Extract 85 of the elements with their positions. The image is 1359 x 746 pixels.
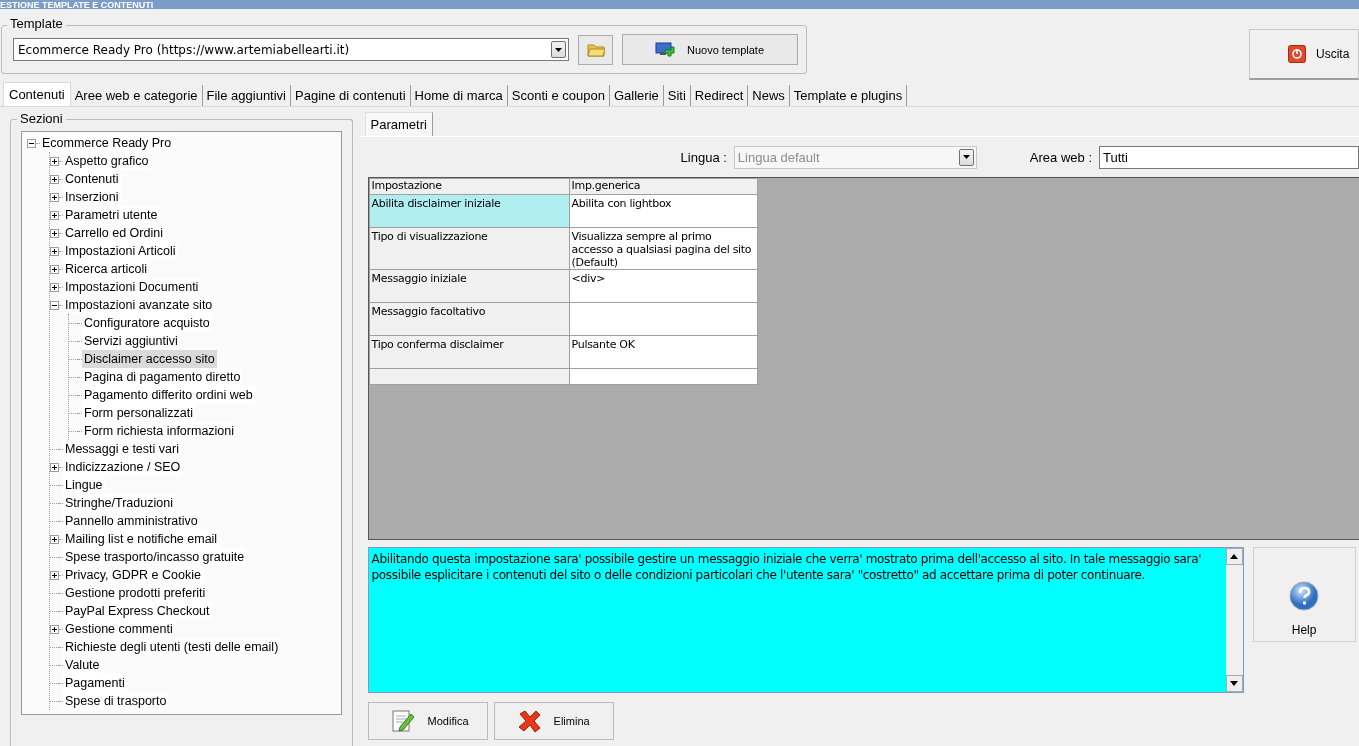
- table-cell[interactable]: Visualizza sempre al primo accesso a qualsiasi pagina del sito (Default): [569, 227, 758, 270]
- expand-icon[interactable]: [50, 174, 59, 184]
- tree-item[interactable]: Form personalizzati: [82, 404, 196, 422]
- scrollbar[interactable]: [1225, 548, 1243, 692]
- tree-item[interactable]: Gestione prodotti preferiti: [63, 584, 208, 602]
- tree-item[interactable]: Disclaimer accesso sito: [82, 350, 217, 368]
- table-cell[interactable]: Abilita con lightbox: [569, 194, 758, 228]
- new-template-button[interactable]: Nuovo template: [622, 34, 798, 65]
- tab[interactable]: Contenuti: [3, 82, 71, 106]
- expand-icon[interactable]: [50, 282, 59, 292]
- column-header: Imp.generica: [569, 178, 758, 195]
- tree-item[interactable]: Aspetto grafico: [63, 152, 151, 170]
- table-cell[interactable]: Pulsante OK: [569, 335, 758, 369]
- collapse-icon[interactable]: [50, 300, 59, 310]
- area-field[interactable]: Tutti: [1099, 145, 1359, 169]
- action-button[interactable]: Modifica: [367, 702, 488, 740]
- expand-icon[interactable]: [50, 210, 59, 220]
- table-cell[interactable]: Tipo di visualizzazione: [369, 227, 570, 270]
- tree-item[interactable]: Impostazioni Articoli: [63, 242, 178, 260]
- tree-item[interactable]: Valute: [63, 656, 102, 674]
- tree-item[interactable]: Parametri utente: [63, 206, 160, 224]
- table-cell[interactable]: [569, 368, 758, 385]
- tree-item[interactable]: Spese di trasporto: [63, 692, 169, 710]
- tree-item[interactable]: Contenuti: [63, 170, 121, 188]
- table-cell[interactable]: <div>: [569, 269, 758, 303]
- dropdown-arrow-icon: [554, 46, 563, 53]
- expand-icon[interactable]: [50, 192, 59, 202]
- tree-item[interactable]: Pagina di pagamento diretto: [82, 368, 243, 386]
- group-label: Sezioni: [17, 112, 66, 126]
- expand-icon[interactable]: [50, 264, 59, 274]
- collapse-icon[interactable]: [27, 138, 36, 148]
- dropdown-arrow-icon: [961, 154, 971, 160]
- table-cell[interactable]: Messaggio iniziale: [369, 269, 570, 303]
- field-label: Area web :: [1029, 149, 1092, 165]
- cross-icon: [516, 708, 542, 734]
- tree-item[interactable]: Messaggi e testi vari: [63, 440, 181, 458]
- tree-item[interactable]: Stringhe/Traduzioni: [63, 494, 175, 512]
- table-cell[interactable]: Tipo conferma disclaimer: [369, 335, 570, 369]
- expand-icon[interactable]: [50, 624, 59, 634]
- table-cell[interactable]: Abilita disclaimer iniziale: [369, 194, 570, 228]
- tree-item[interactable]: Impostazioni avanzate sito: [63, 296, 215, 314]
- tree-item[interactable]: Richieste degli utenti (testi delle email): [63, 638, 281, 656]
- tree-item[interactable]: Mailing list e notifiche email: [63, 530, 220, 548]
- tree-item[interactable]: Ecommerce Ready Pro: [40, 134, 174, 152]
- tree-item[interactable]: Gestione commenti: [63, 620, 175, 638]
- tree-item[interactable]: Indicizzazione / SEO: [63, 458, 183, 476]
- column-header: Impostazione: [369, 178, 570, 195]
- window-title: ESTIONE TEMPLATE E CONTENUTI: [0, 1, 154, 9]
- action-button[interactable]: Elimina: [493, 702, 614, 740]
- field-label: Lingua :: [680, 149, 727, 165]
- tree-item[interactable]: Spese trasporto/incasso gratuite: [63, 548, 247, 566]
- tree-item[interactable]: Pagamenti: [63, 674, 127, 692]
- tree-item[interactable]: Privacy, GDPR e Cookie: [63, 566, 203, 584]
- expand-icon[interactable]: [50, 570, 59, 580]
- help-button[interactable]: Help: [1252, 547, 1356, 642]
- description-text: Abilitando questa impostazione sara' possibile gestire un messaggio iniziale che verra' mostrato prima dell'accesso al sito. In tale messaggio sara' possibile esplicitare i contenuti del sito o delle condizioni particolari che l'utente sara' "costretto" ad accettare prima di poter continuare.: [370, 551, 1203, 584]
- expand-icon[interactable]: [50, 156, 59, 166]
- tree-item[interactable]: Inserzioni: [63, 188, 121, 206]
- expand-icon[interactable]: [50, 462, 59, 472]
- group-label: Template: [7, 16, 66, 31]
- scroll-up-icon: [1230, 554, 1239, 559]
- tree-item[interactable]: Pannello amministrativo: [63, 512, 200, 530]
- expand-icon[interactable]: [50, 534, 59, 544]
- scroll-down-icon: [1230, 681, 1239, 686]
- tree-item[interactable]: Impostazioni Documenti: [63, 278, 201, 296]
- table-cell[interactable]: [569, 302, 758, 336]
- table-cell[interactable]: Messaggio facoltativo: [369, 302, 570, 336]
- tree-item[interactable]: Carrello ed Ordini: [63, 224, 165, 242]
- template-dropdown[interactable]: Ecommerce Ready Pro (https://www.artemiabellearti.it): [13, 38, 569, 61]
- monitor-plus-icon: [655, 41, 675, 58]
- tree-item[interactable]: PayPal Express Checkout: [63, 602, 212, 620]
- tree-item[interactable]: Lingue: [63, 476, 105, 494]
- tree-item[interactable]: Pagamento differito ordini web: [82, 386, 255, 404]
- tree-item[interactable]: Configuratore acquisto: [82, 314, 212, 332]
- exit-button[interactable]: Uscita: [1249, 29, 1359, 80]
- tree-item[interactable]: Servizi aggiuntivi: [82, 332, 180, 350]
- tree-item[interactable]: Form richiesta informazioni: [82, 422, 237, 440]
- help-icon: [1289, 581, 1320, 611]
- tree-item[interactable]: Ricerca articoli: [63, 260, 149, 278]
- power-icon: [1288, 45, 1306, 63]
- pencil-document-icon: [390, 708, 416, 734]
- expand-icon[interactable]: [50, 246, 59, 256]
- expand-icon[interactable]: [50, 228, 59, 238]
- tab[interactable]: Parametri: [364, 112, 433, 136]
- folder-icon: [586, 42, 605, 57]
